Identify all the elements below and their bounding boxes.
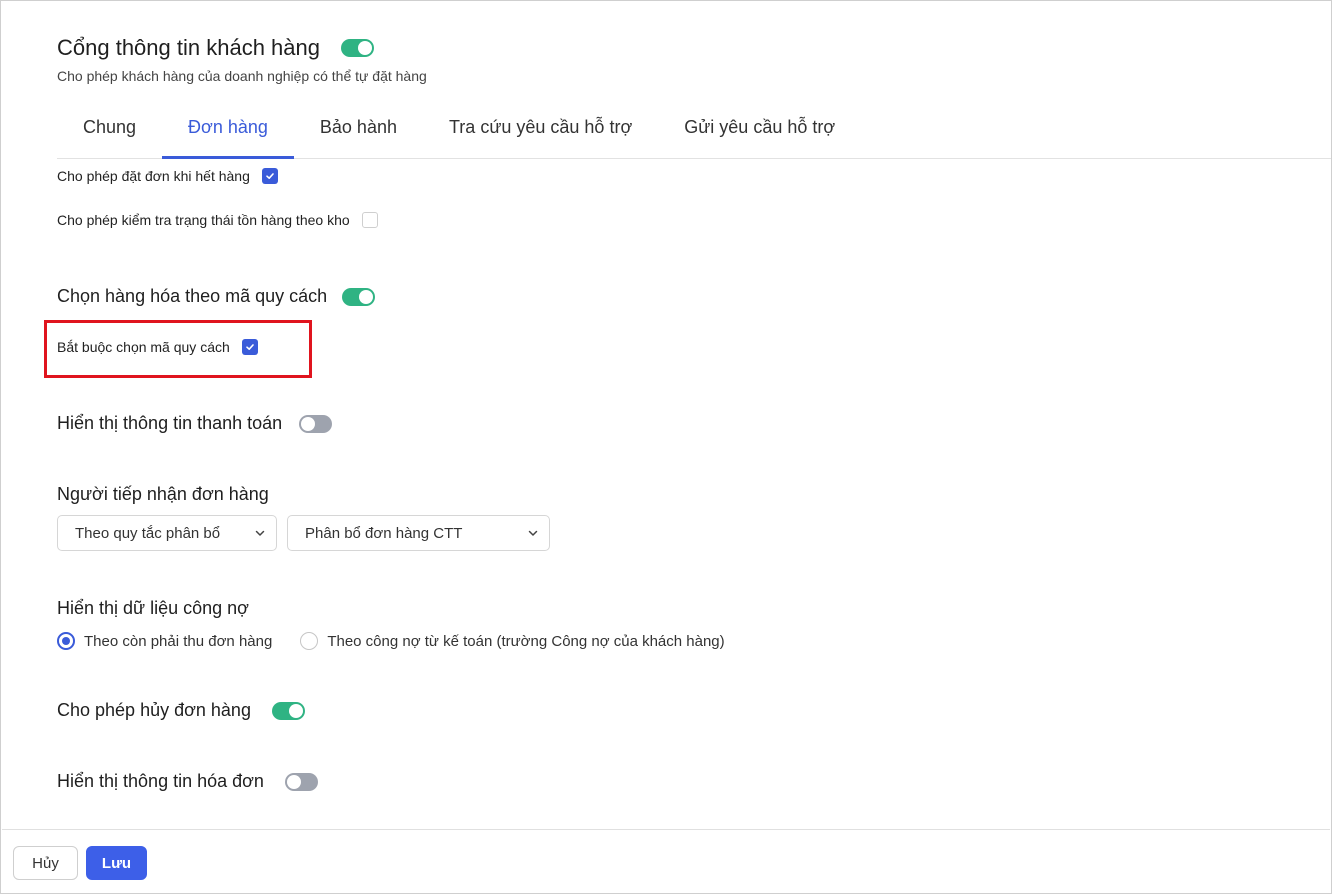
cancel-order-section: Cho phép hủy đơn hàng [57,700,305,721]
toggle-knob [359,289,374,304]
required-spec-code-checkbox[interactable] [241,339,258,355]
option-required-spec-code: Bắt buộc chọn mã quy cách [57,339,258,355]
toggle-knob [301,416,316,431]
page-title: Cổng thông tin khách hàng [57,35,320,60]
debt-data-section: Hiển thị dữ liệu công nợ [57,598,249,619]
tab-lookup-support[interactable]: Tra cứu yêu cầu hỗ trợ [423,105,658,158]
chevron-down-icon [255,530,265,536]
section-label: Chọn hàng hóa theo mã quy cách [57,286,328,306]
chevron-down-icon [528,530,538,536]
tab-bar: Chung Đơn hàng Bảo hành Tra cứu yêu cầu … [57,105,1331,159]
spec-code-section: Chọn hàng hóa theo mã quy cách [57,286,376,307]
option-label: Cho phép đặt đơn khi hết hàng [57,168,250,184]
cancel-button[interactable]: Hủy [13,846,78,880]
tab-warranty[interactable]: Bảo hành [294,105,423,158]
section-label: Hiển thị thông tin thanh toán [57,413,283,433]
check-icon [245,344,254,350]
check-icon [266,173,274,179]
allocation-select[interactable]: Phân bổ đơn hàng CTT [287,515,550,551]
allocation-rule-select[interactable]: Theo quy tắc phân bổ [57,515,277,551]
toggle-knob [288,703,303,718]
invoice-info-toggle[interactable] [284,772,318,791]
tab-orders[interactable]: Đơn hàng [162,105,294,159]
section-label: Hiển thị dữ liệu công nợ [57,598,249,618]
select-value: Theo quy tắc phân bổ [75,524,221,542]
spec-code-toggle[interactable] [342,287,376,306]
page-subtitle: Cho phép khách hàng của doanh nghiệp có … [57,68,427,84]
footer-bar: Hủy Lưu [2,829,1330,892]
toggle-knob [357,41,372,55]
option-label: Cho phép kiểm tra trạng thái tồn hàng th… [57,212,350,228]
page-header: Cổng thông tin khách hàng [57,35,374,61]
payment-info-section: Hiển thị thông tin thanh toán [57,413,333,434]
invoice-info-section: Hiển thị thông tin hóa đơn [57,771,318,792]
section-label: Người tiếp nhận đơn hàng [57,484,269,504]
option-label: Bắt buộc chọn mã quy cách [57,339,230,355]
settings-window: Cổng thông tin khách hàng Cho phép khách… [0,0,1332,894]
option-check-stock-by-warehouse: Cho phép kiểm tra trạng thái tồn hàng th… [57,212,378,228]
tab-general[interactable]: Chung [57,105,162,158]
check-stock-checkbox[interactable] [361,212,378,228]
payment-info-toggle[interactable] [299,414,333,433]
save-button[interactable]: Lưu [86,846,147,880]
radio-label: Theo công nợ từ kế toán (trường Công nợ … [327,632,725,650]
order-receiver-section: Người tiếp nhận đơn hàng [57,484,269,505]
debt-option-receivable-radio[interactable] [57,632,75,650]
cancel-order-toggle[interactable] [271,701,305,720]
order-out-of-stock-checkbox[interactable] [261,168,278,184]
select-value: Phân bổ đơn hàng CTT [305,524,463,542]
radio-dot [62,637,70,645]
tab-send-support[interactable]: Gửi yêu cầu hỗ trợ [658,105,861,158]
portal-enabled-toggle[interactable] [340,39,374,57]
debt-option-accounting-radio[interactable] [300,632,319,650]
option-order-out-of-stock: Cho phép đặt đơn khi hết hàng [57,168,278,184]
toggle-knob [286,774,301,789]
radio-label: Theo còn phải thu đơn hàng [84,632,273,650]
section-label: Cho phép hủy đơn hàng [57,700,251,720]
section-label: Hiển thị thông tin hóa đơn [57,771,264,791]
debt-data-radio-group: Theo còn phải thu đơn hàng Theo công nợ … [57,632,725,650]
